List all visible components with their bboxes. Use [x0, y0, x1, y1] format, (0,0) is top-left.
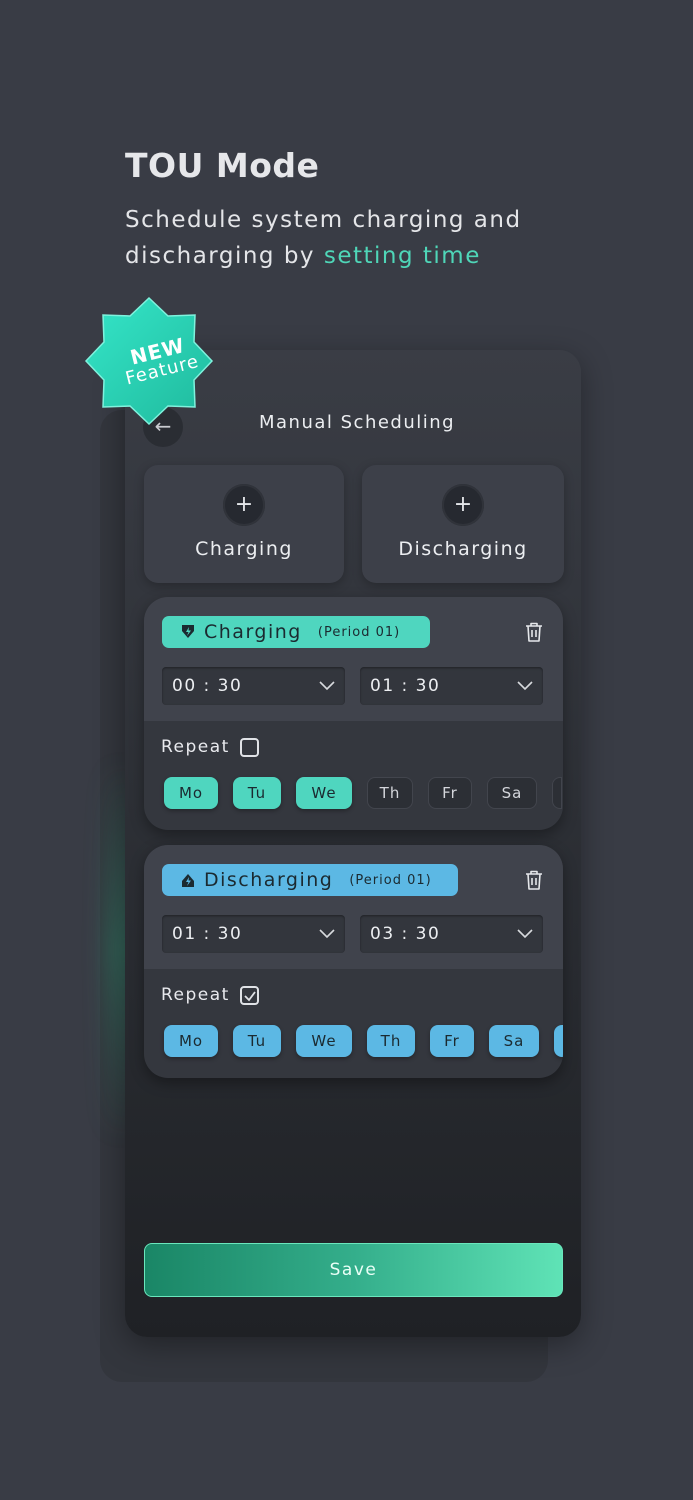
- end-time-select[interactable]: 03 : 30: [360, 915, 543, 953]
- repeat-checkbox[interactable]: [239, 985, 259, 1005]
- discharging-period-card: Discharging (Period 01) 01 : 30 03 : 30 …: [144, 845, 563, 1078]
- subtitle-accent: setting time: [323, 243, 481, 269]
- page-subtitle: Schedule system charging and discharging…: [125, 202, 595, 274]
- day-selector: Mo Tu We Th Fr Sa: [164, 777, 562, 809]
- add-charging-button[interactable]: + Charging: [144, 465, 344, 583]
- day-fr[interactable]: Fr: [428, 777, 472, 809]
- start-time-value: 01 : 30: [172, 924, 243, 944]
- end-time-value: 03 : 30: [370, 924, 441, 944]
- day-we[interactable]: We: [296, 777, 352, 809]
- day-su-partial[interactable]: [552, 777, 562, 809]
- chevron-down-icon: [517, 681, 533, 691]
- repeat-label: Repeat: [161, 737, 230, 757]
- save-button[interactable]: Save: [144, 1243, 563, 1297]
- end-time-value: 01 : 30: [370, 676, 441, 696]
- trash-icon[interactable]: [524, 869, 544, 891]
- day-tu[interactable]: Tu: [233, 1025, 281, 1057]
- period-type: Discharging: [204, 869, 334, 891]
- chevron-down-icon: [517, 929, 533, 939]
- charging-period-card: Charging (Period 01) 00 : 30 01 : 30 Rep…: [144, 597, 563, 830]
- chevron-down-icon: [319, 929, 335, 939]
- add-charging-label: Charging: [195, 538, 293, 560]
- day-sa[interactable]: Sa: [489, 1025, 539, 1057]
- plus-icon: +: [442, 484, 484, 526]
- discharging-bolt-icon: [182, 874, 194, 887]
- day-sa[interactable]: Sa: [487, 777, 537, 809]
- day-th[interactable]: Th: [367, 1025, 415, 1057]
- repeat-label: Repeat: [161, 985, 230, 1005]
- trash-icon[interactable]: [524, 621, 544, 643]
- day-fr[interactable]: Fr: [430, 1025, 474, 1057]
- day-tu[interactable]: Tu: [233, 777, 281, 809]
- day-selector: Mo Tu We Th Fr Sa: [164, 1025, 563, 1057]
- page-title: TOU Mode: [125, 146, 320, 185]
- start-time-select[interactable]: 00 : 30: [162, 667, 345, 705]
- charging-tag: Charging (Period 01): [162, 616, 430, 648]
- day-mo[interactable]: Mo: [164, 1025, 218, 1057]
- day-th[interactable]: Th: [367, 777, 413, 809]
- chevron-down-icon: [319, 681, 335, 691]
- plus-icon: +: [223, 484, 265, 526]
- day-su-partial[interactable]: [554, 1025, 563, 1057]
- day-we[interactable]: We: [296, 1025, 352, 1057]
- add-discharging-button[interactable]: + Discharging: [362, 465, 564, 583]
- repeat-row: Repeat: [161, 737, 259, 757]
- start-time-select[interactable]: 01 : 30: [162, 915, 345, 953]
- repeat-checkbox[interactable]: [239, 737, 259, 757]
- add-discharging-label: Discharging: [398, 538, 528, 560]
- period-number: (Period 01): [349, 872, 432, 888]
- discharging-tag: Discharging (Period 01): [162, 864, 458, 896]
- repeat-row: Repeat: [161, 985, 259, 1005]
- screen-title: Manual Scheduling: [259, 412, 456, 433]
- checkmark-icon: [244, 990, 256, 1001]
- period-type: Charging: [204, 621, 302, 643]
- period-number: (Period 01): [317, 624, 401, 640]
- end-time-select[interactable]: 01 : 30: [360, 667, 543, 705]
- start-time-value: 00 : 30: [172, 676, 243, 696]
- charging-bolt-icon: [182, 625, 194, 638]
- day-mo[interactable]: Mo: [164, 777, 218, 809]
